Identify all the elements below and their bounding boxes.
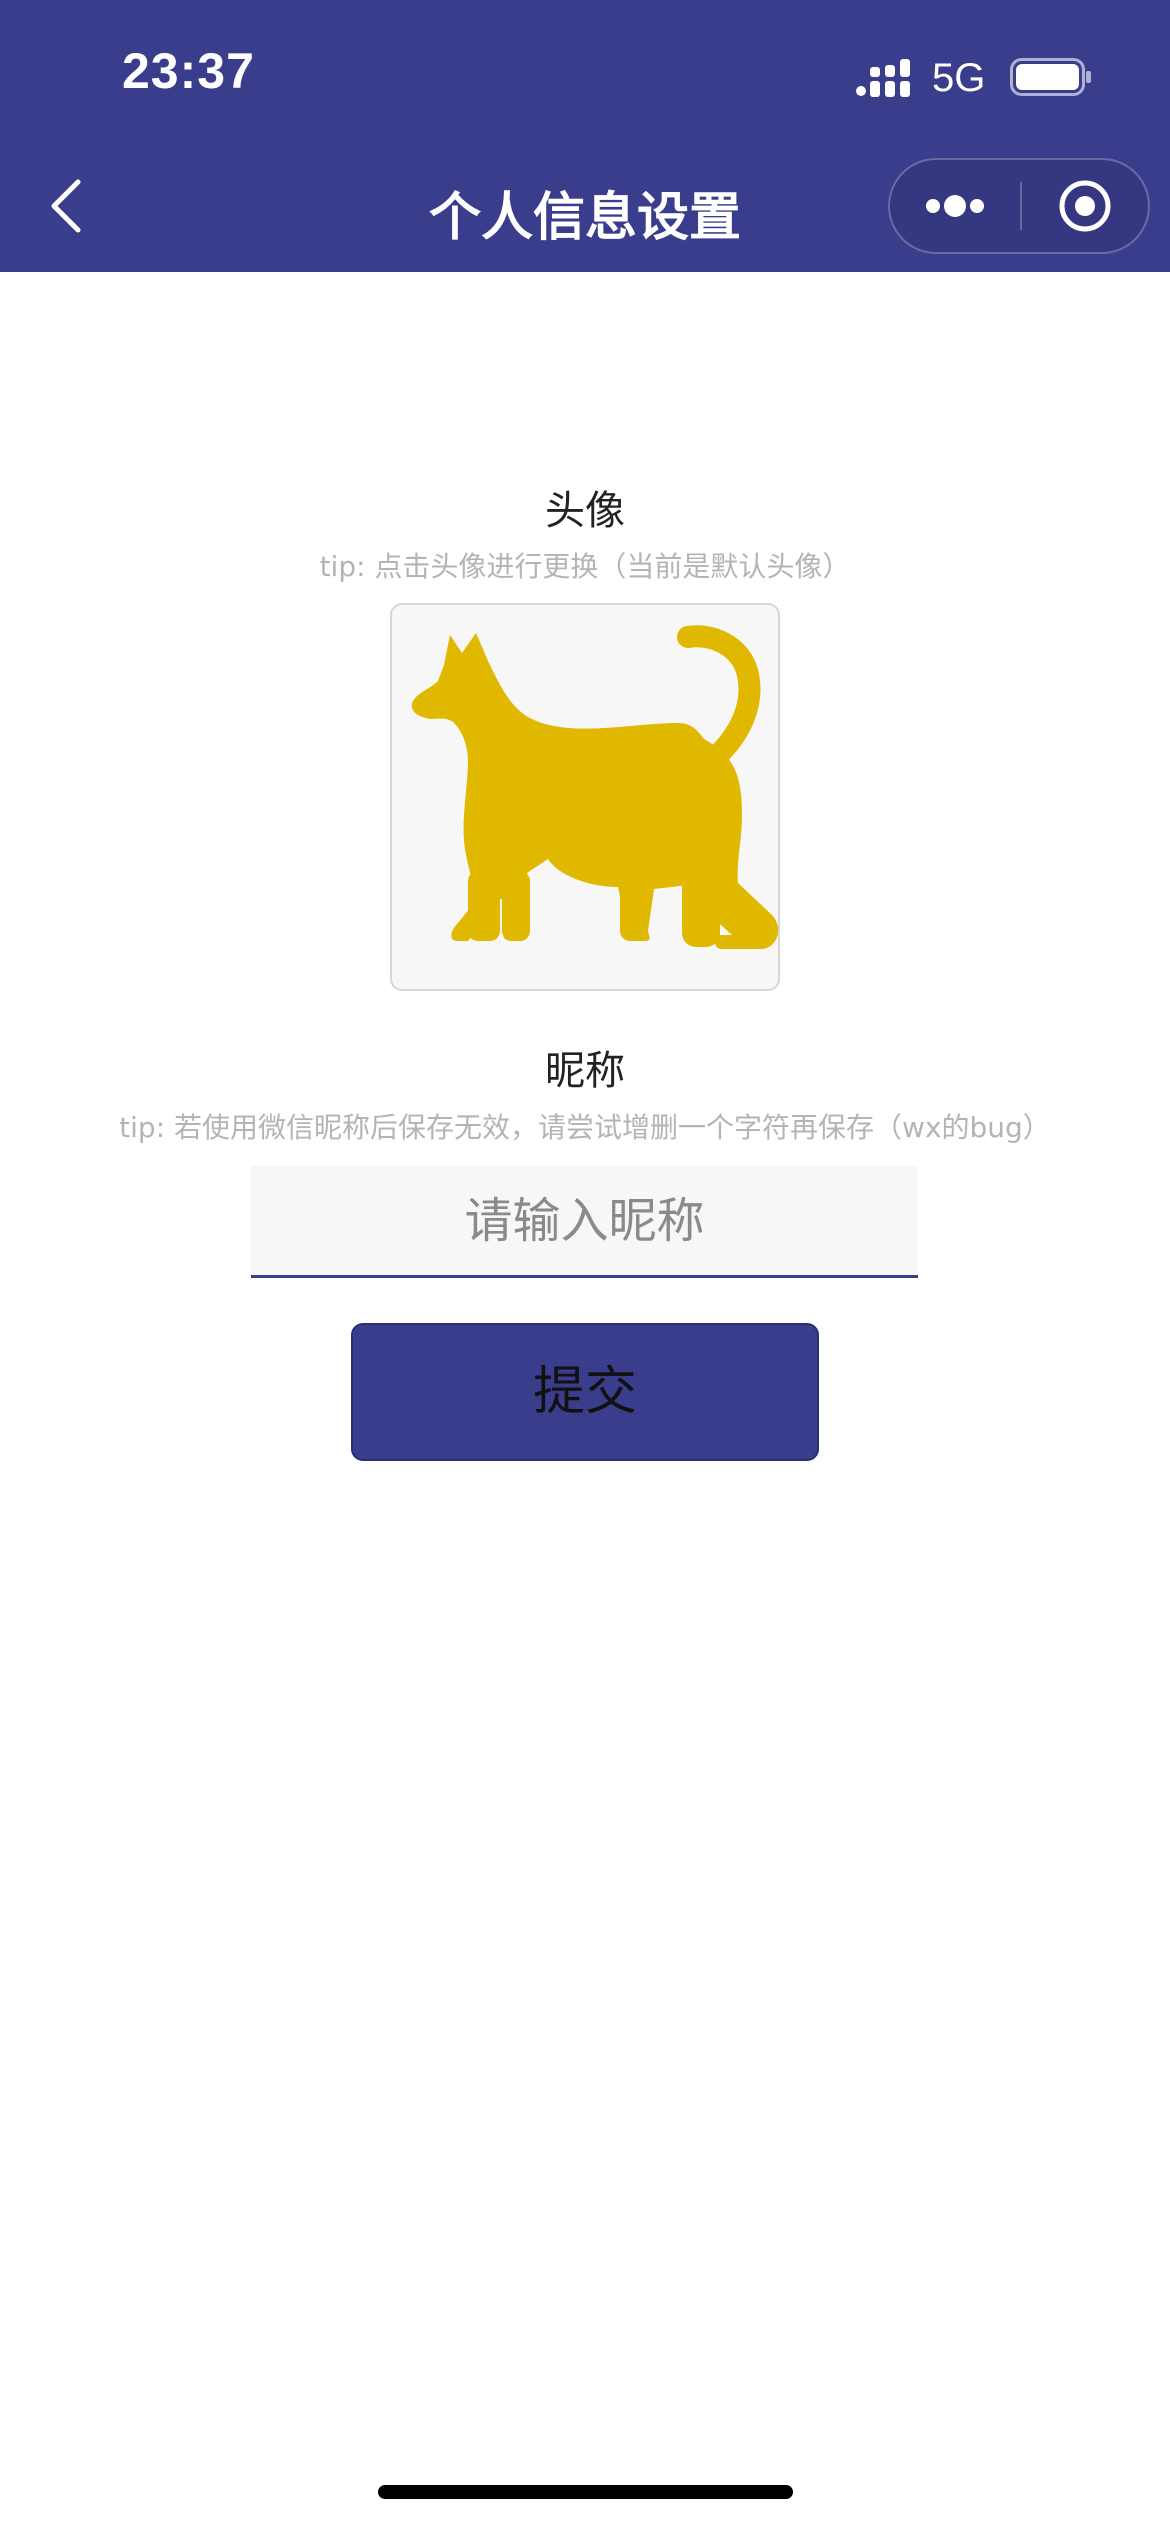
cat-silhouette-icon [411,625,778,949]
nickname-label: 昵称 [545,1048,625,1094]
nickname-input[interactable] [251,1166,918,1278]
home-indicator [378,2485,793,2499]
target-circle-icon [1059,180,1111,232]
submit-button[interactable]: 提交 [351,1323,819,1461]
more-button[interactable] [890,160,1020,252]
status-time: 23:37 [122,43,255,99]
avatar-label: 头像 [545,488,625,534]
cellular-signal-icon [856,59,910,97]
mini-program-capsule [888,158,1150,254]
avatar-tip: tip: 点击头像进行更换（当前是默认头像） [319,550,851,583]
network-type: 5G [932,56,986,100]
close-mini-program-button[interactable] [1022,160,1148,252]
header-bar: 23:37 5G 个人信息设置 [0,0,1170,272]
more-dots-icon [926,195,984,217]
battery-icon [1010,58,1091,96]
avatar-button[interactable] [390,603,780,991]
nickname-tip: tip: 若使用微信昵称后保存无效，请尝试增删一个字符再保存（wx的bug） [119,1111,1051,1144]
